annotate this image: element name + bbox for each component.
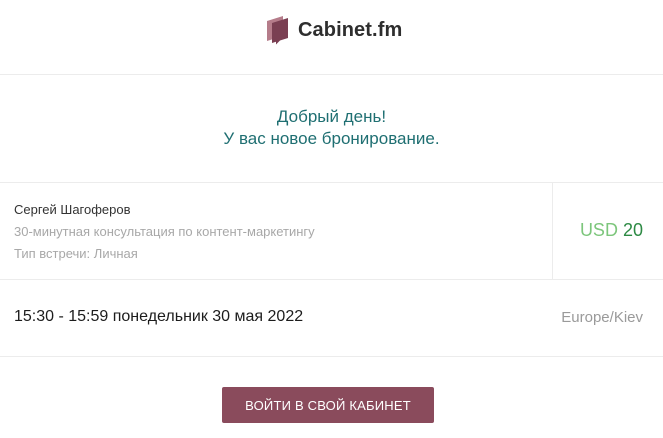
price-amount: 20 — [622, 220, 643, 240]
greeting-subtitle: У вас новое бронирование. — [223, 129, 440, 148]
booking-timezone: Europe/Kiev — [561, 309, 643, 326]
price: USD 20 — [580, 220, 643, 241]
brand-name: Cabinet.fm — [298, 18, 403, 41]
cabinet-logo-icon — [267, 16, 288, 45]
login-cabinet-button[interactable]: ВОЙТИ В СВОЙ КАБИНЕТ — [222, 387, 434, 423]
price-currency: USD — [579, 220, 618, 240]
greeting-section: Добрый день! У вас новое бронирование. — [0, 75, 663, 183]
price-cell: USD 20 — [552, 183, 663, 279]
email-page: Cabinet.fm Добрый день! У вас новое брон… — [0, 0, 663, 438]
client-name: Сергей Шагоферов — [14, 202, 131, 217]
booking-details: Сергей Шагоферов 30-минутная консультаци… — [0, 183, 663, 280]
greeting-title: Добрый день! — [276, 107, 387, 126]
email-header: Cabinet.fm — [0, 0, 663, 75]
meeting-type: Тип встречи: Личная — [14, 246, 138, 261]
booking-datetime: 15:30 - 15:59 понедельник 30 мая 2022 — [14, 308, 304, 325]
booking-info: Сергей Шагоферов 30-минутная консультаци… — [14, 199, 315, 265]
booking-datetime-row: 15:30 - 15:59 понедельник 30 мая 2022 Eu… — [0, 280, 663, 357]
service-name: 30-минутная консультация по контент-марк… — [14, 224, 315, 239]
brand-logo[interactable]: Cabinet.fm — [266, 15, 402, 45]
